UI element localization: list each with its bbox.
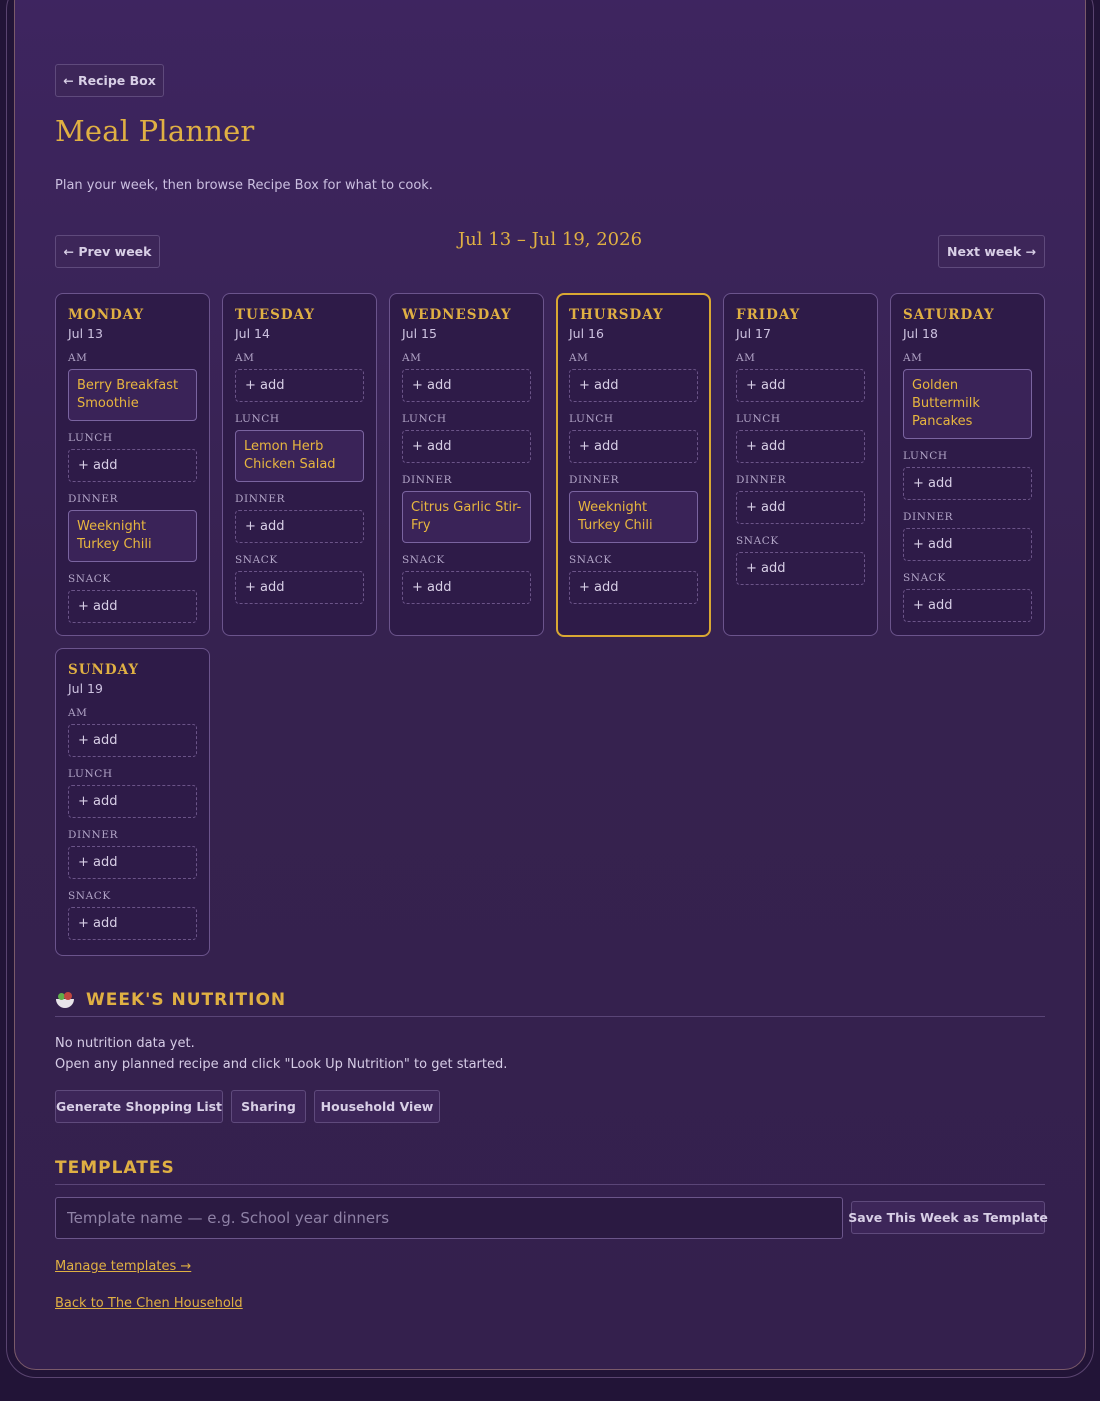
add-meal-button-snack[interactable]: + add (235, 571, 364, 604)
add-meal-button-am[interactable]: + add (736, 369, 865, 402)
day-date: Jul 13 (68, 326, 103, 341)
day-card-saturday: SATURDAY Jul 18 AM Golden Buttermilk Pancak… (890, 293, 1045, 636)
nutrition-empty-hint: Open any planned recipe and click "Look … (55, 1057, 508, 1072)
slot-label-dinner: DINNER (903, 511, 954, 523)
add-meal-button-lunch[interactable]: + add (569, 430, 698, 463)
add-meal-button-am[interactable]: + add (569, 369, 698, 402)
add-meal-button-snack[interactable]: + add (68, 907, 197, 940)
prev-week-button[interactable]: ← Prev week (55, 235, 160, 268)
add-meal-button-dinner[interactable]: + add (235, 510, 364, 543)
slot-label-am: AM (903, 352, 923, 364)
planned-recipe-dinner[interactable]: Citrus Garlic Stir-Fry (402, 491, 531, 543)
add-meal-button-lunch[interactable]: + add (903, 467, 1032, 500)
day-date: Jul 18 (903, 326, 938, 341)
week-range: Jul 13 – Jul 19, 2026 (457, 229, 643, 250)
slot-label-dinner: DINNER (68, 493, 119, 505)
slot-label-lunch: LUNCH (903, 450, 948, 462)
day-name: WEDNESDAY (402, 307, 512, 323)
day-date: Jul 15 (402, 326, 437, 341)
nutrition-heading-label: WEEK'S NUTRITION (86, 990, 287, 1010)
slot-label-dinner: DINNER (569, 474, 620, 486)
nutrition-heading: WEEK'S NUTRITION (55, 990, 1045, 1017)
add-meal-button-lunch[interactable]: + add (402, 430, 531, 463)
salad-bowl-icon (55, 990, 75, 1010)
add-meal-button-snack[interactable]: + add (569, 571, 698, 604)
planned-recipe-dinner[interactable]: Weeknight Turkey Chili (569, 491, 698, 543)
slot-label-snack: SNACK (569, 554, 612, 566)
day-name: TUESDAY (235, 307, 316, 323)
day-date: Jul 16 (569, 326, 604, 341)
slot-label-lunch: LUNCH (402, 413, 447, 425)
slot-label-dinner: DINNER (402, 474, 453, 486)
slot-label-snack: SNACK (736, 535, 779, 547)
add-meal-button-lunch[interactable]: + add (736, 430, 865, 463)
day-name: SUNDAY (68, 662, 140, 678)
generate-shopping-list-button[interactable]: Generate Shopping List (55, 1090, 223, 1123)
slot-label-dinner: DINNER (736, 474, 787, 486)
slot-label-am: AM (736, 352, 756, 364)
slot-label-am: AM (402, 352, 422, 364)
slot-label-snack: SNACK (903, 572, 946, 584)
save-week-as-template-button[interactable]: Save This Week as Template (848, 1201, 1048, 1234)
add-meal-button-snack[interactable]: + add (402, 571, 531, 604)
manage-templates-link[interactable]: Manage templates → (55, 1259, 191, 1274)
slot-label-lunch: LUNCH (68, 768, 113, 780)
slot-label-snack: SNACK (402, 554, 445, 566)
day-card-thursday: THURSDAY Jul 16 AM + add LUNCH + add DINNER Wee… (556, 293, 711, 637)
add-meal-button-lunch[interactable]: + add (68, 785, 197, 818)
slot-label-lunch: LUNCH (68, 432, 113, 444)
back-to-household-link[interactable]: Back to The Chen Household (55, 1296, 243, 1311)
day-name: MONDAY (68, 307, 145, 323)
add-meal-button-am[interactable]: + add (235, 369, 364, 402)
day-card-sunday: SUNDAY Jul 19 AM + add LUNCH + add DINNER + add… (55, 648, 210, 956)
slot-label-dinner: DINNER (235, 493, 286, 505)
day-card-friday: FRIDAY Jul 17 AM + add LUNCH + add DINNER + add… (723, 293, 878, 636)
back-to-recipe-box-button[interactable]: ← Recipe Box (55, 64, 164, 97)
household-view-button[interactable]: Household View (314, 1090, 440, 1123)
nutrition-empty-message: No nutrition data yet. (55, 1036, 195, 1051)
page-title: Meal Planner (55, 114, 255, 148)
day-date: Jul 17 (736, 326, 771, 341)
slot-label-snack: SNACK (235, 554, 278, 566)
slot-label-lunch: LUNCH (569, 413, 614, 425)
slot-label-lunch: LUNCH (736, 413, 781, 425)
add-meal-button-am[interactable]: + add (68, 724, 197, 757)
add-meal-button-snack[interactable]: + add (68, 590, 197, 623)
slot-label-am: AM (68, 707, 88, 719)
add-meal-button-dinner[interactable]: + add (736, 491, 865, 524)
add-meal-button-am[interactable]: + add (402, 369, 531, 402)
slot-label-lunch: LUNCH (235, 413, 280, 425)
templates-heading: TEMPLATES (55, 1158, 1045, 1185)
day-name: THURSDAY (569, 307, 664, 323)
page-subtitle: Plan your week, then browse Recipe Box f… (55, 178, 433, 193)
planned-recipe-am[interactable]: Golden Buttermilk Pancakes (903, 369, 1032, 439)
add-meal-button-dinner[interactable]: + add (903, 528, 1032, 561)
planned-recipe-lunch[interactable]: Lemon Herb Chicken Salad (235, 430, 364, 482)
add-meal-button-lunch[interactable]: + add (68, 449, 197, 482)
day-card-tuesday: TUESDAY Jul 14 AM + add LUNCH Lemon Herb Chic… (222, 293, 377, 636)
planned-recipe-dinner[interactable]: Weeknight Turkey Chili (68, 510, 197, 562)
slot-label-snack: SNACK (68, 890, 111, 902)
slot-label-snack: SNACK (68, 573, 111, 585)
day-card-monday: MONDAY Jul 13 AM Berry Breakfast Smoothie LU… (55, 293, 210, 636)
sharing-button[interactable]: Sharing (231, 1090, 306, 1123)
slot-label-am: AM (569, 352, 589, 364)
next-week-button[interactable]: Next week → (938, 235, 1045, 268)
add-meal-button-snack[interactable]: + add (736, 552, 865, 585)
day-name: SATURDAY (903, 307, 995, 323)
slot-label-am: AM (68, 352, 88, 364)
planned-recipe-am[interactable]: Berry Breakfast Smoothie (68, 369, 197, 421)
slot-label-dinner: DINNER (68, 829, 119, 841)
day-date: Jul 14 (235, 326, 270, 341)
add-meal-button-snack[interactable]: + add (903, 589, 1032, 622)
day-date: Jul 19 (68, 681, 103, 696)
template-name-input[interactable] (55, 1197, 843, 1239)
slot-label-am: AM (235, 352, 255, 364)
day-name: FRIDAY (736, 307, 801, 323)
day-card-wednesday: WEDNESDAY Jul 15 AM + add LUNCH + add DINNER Ci… (389, 293, 544, 636)
add-meal-button-dinner[interactable]: + add (68, 846, 197, 879)
